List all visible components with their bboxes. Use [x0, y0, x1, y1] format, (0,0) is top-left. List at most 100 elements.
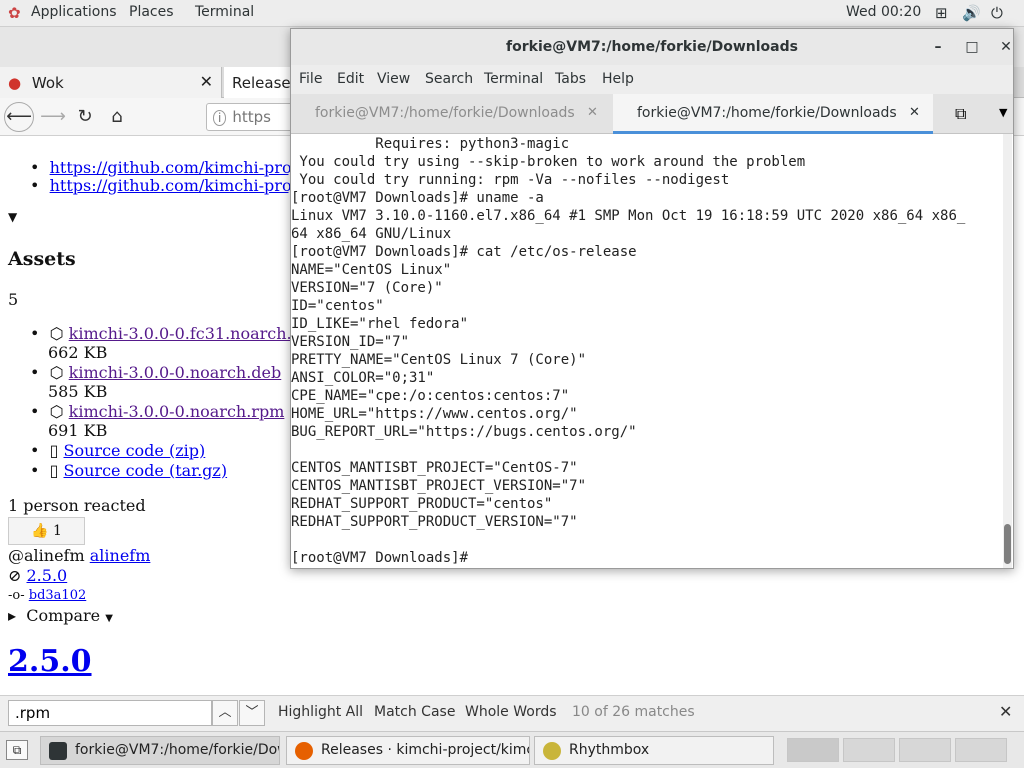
terminal-line: NAME="CentOS Linux" — [291, 262, 452, 278]
compare-dropdown[interactable]: ▸ Compare ▼ — [8, 606, 113, 625]
maximize-button[interactable]: □ — [962, 37, 982, 57]
terminal-icon — [49, 742, 67, 760]
reaction-button[interactable]: 👍 1 — [8, 517, 85, 545]
browser-tab-label: Releases — [232, 74, 299, 92]
terminal-title-bar[interactable]: forkie@VM7:/home/forkie/Downloads – □ ✕ — [291, 29, 1013, 65]
terminal-line: Requires: python3-magic — [291, 136, 570, 152]
file-zip-icon: ▯ — [49, 461, 59, 480]
author-line: @alinefm alinefm — [8, 546, 150, 565]
terminal-line: [root@VM7 Downloads]# cat /etc/os-releas… — [291, 244, 637, 260]
workspace-4[interactable] — [955, 738, 1007, 762]
task-terminal[interactable]: forkie@VM7:/home/forkie/Dow... — [40, 736, 280, 765]
source-tar-link[interactable]: Source code (tar.gz) — [64, 461, 228, 480]
show-desktop-icon[interactable]: ⧉ — [6, 740, 28, 760]
list-item: • https://github.com/kimchi-proj — [30, 158, 297, 177]
author-link[interactable]: alinefm — [90, 546, 151, 565]
menu-search[interactable]: Search — [425, 71, 473, 87]
browser-tab-wok[interactable]: ● Wok ✕ — [0, 67, 222, 98]
task-rhythmbox[interactable]: Rhythmbox — [534, 736, 774, 765]
terminal-line: PRETTY_NAME="CentOS Linux 7 (Core)" — [291, 352, 587, 368]
close-tab-icon[interactable]: ✕ — [587, 105, 598, 120]
home-button[interactable]: ⌂ — [104, 104, 130, 130]
find-next-button[interactable]: ﹀ — [239, 700, 265, 726]
terminal-line: BUG_REPORT_URL="https://bugs.centos.org/… — [291, 424, 637, 440]
network-icon[interactable]: ⊞ — [935, 4, 948, 22]
terminal-output: Requires: python3-magic You could try us… — [291, 135, 1011, 567]
terminal-window: forkie@VM7:/home/forkie/Downloads – □ ✕ … — [290, 28, 1014, 569]
terminal-tab-2[interactable]: forkie@VM7:/home/forkie/Downloads ✕ — [613, 94, 933, 134]
asset-size: 691 KB — [48, 421, 108, 440]
tag-icon: ⊘ — [8, 566, 22, 585]
release-heading-link[interactable]: 2.5.0 — [8, 644, 92, 679]
task-firefox[interactable]: Releases · kimchi-project/kimchi... — [286, 736, 530, 765]
commit-line: -o- bd3a102 — [8, 588, 86, 603]
tab-label: forkie@VM7:/home/forkie/Downloads — [315, 105, 575, 121]
find-previous-button[interactable]: ︿ — [212, 700, 238, 726]
new-tab-icon[interactable]: ⧉ — [955, 104, 966, 124]
close-tab-icon[interactable]: ✕ — [909, 105, 920, 120]
workspace-2[interactable] — [843, 738, 895, 762]
menu-help[interactable]: Help — [602, 71, 634, 87]
asset-link[interactable]: kimchi-3.0.0-0.fc31.noarch. — [69, 324, 292, 343]
scrollbar-thumb[interactable] — [1004, 524, 1011, 564]
menu-view[interactable]: View — [377, 71, 410, 87]
minimize-button[interactable]: – — [928, 37, 948, 57]
menu-file[interactable]: File — [299, 71, 322, 87]
github-link[interactable]: https://github.com/kimchi-proj — [50, 176, 297, 195]
asset-size: 662 KB — [48, 343, 108, 362]
workspace-1[interactable] — [787, 738, 839, 762]
highlight-all-toggle[interactable]: Highlight All — [278, 704, 363, 720]
gnome-foot-icon: ✿ — [8, 4, 21, 22]
release-heading[interactable]: 2.5.0 — [8, 644, 92, 679]
find-input[interactable] — [8, 700, 212, 726]
menu-edit[interactable]: Edit — [337, 71, 364, 87]
terminal-line: CENTOS_MANTISBT_PROJECT_VERSION="7" — [291, 478, 587, 494]
reload-button[interactable]: ↻ — [72, 104, 98, 130]
close-window-button[interactable]: ✕ — [996, 37, 1016, 57]
volume-icon[interactable]: 🔊 — [962, 4, 981, 22]
asset-link[interactable]: kimchi-3.0.0-0.noarch.deb — [69, 363, 282, 382]
clock[interactable]: Wed 00:20 — [846, 4, 921, 20]
assets-heading: Assets — [8, 248, 76, 270]
applications-menu[interactable]: Applications — [31, 4, 117, 20]
asset-item: • ⬡ kimchi-3.0.0-0.noarch.deb — [30, 363, 282, 382]
rhythmbox-icon — [543, 742, 561, 760]
menu-terminal[interactable]: Terminal — [484, 71, 543, 87]
github-link[interactable]: https://github.com/kimchi-proj — [50, 158, 297, 177]
terminal-line: You could try running: rpm -Va --nofiles… — [291, 172, 730, 188]
terminal-app-menu[interactable]: Terminal — [195, 4, 254, 20]
source-zip-link[interactable]: Source code (zip) — [64, 441, 206, 460]
info-icon[interactable]: i — [213, 110, 227, 126]
browser-tab-releases[interactable]: Releases — [224, 67, 298, 98]
source-item: • ▯ Source code (tar.gz) — [30, 461, 228, 480]
match-case-toggle[interactable]: Match Case — [374, 704, 455, 720]
close-tab-icon[interactable]: ✕ — [200, 72, 213, 91]
places-menu[interactable]: Places — [129, 4, 174, 20]
browser-tab-label: Wok — [31, 74, 64, 92]
tag-link[interactable]: 2.5.0 — [27, 566, 68, 585]
back-button[interactable]: ⟵ — [4, 102, 34, 132]
workspace-3[interactable] — [899, 738, 951, 762]
wok-favicon-icon: ● — [8, 74, 22, 92]
forward-button[interactable]: ⟶ — [40, 104, 66, 130]
match-count: 10 of 26 matches — [572, 704, 695, 720]
asset-size: 585 KB — [48, 382, 108, 401]
top-bar: ✿ Applications Places Terminal Wed 00:20… — [0, 0, 1024, 27]
terminal-line: [root@VM7 Downloads]# — [291, 550, 477, 566]
asset-link[interactable]: kimchi-3.0.0-0.noarch.rpm — [69, 402, 285, 421]
terminal-line: HOME_URL="https://www.centos.org/" — [291, 406, 578, 422]
commit-link[interactable]: bd3a102 — [29, 588, 86, 603]
terminal-screen[interactable]: Requires: python3-magic You could try us… — [291, 134, 1013, 568]
whole-words-toggle[interactable]: Whole Words — [465, 704, 557, 720]
menu-tabs[interactable]: Tabs — [555, 71, 586, 87]
terminal-tab-1[interactable]: forkie@VM7:/home/forkie/Downloads ✕ — [291, 94, 611, 134]
close-find-icon[interactable]: ✕ — [999, 702, 1012, 721]
disclosure-triangle-icon[interactable]: ▼ — [8, 210, 17, 224]
tag-line: ⊘ 2.5.0 — [8, 566, 67, 585]
terminal-scrollbar[interactable] — [1003, 134, 1012, 568]
power-icon[interactable]: ⏻ — [991, 4, 1003, 22]
terminal-tab-bar: forkie@VM7:/home/forkie/Downloads ✕ fork… — [291, 94, 1013, 134]
tab-menu-chevron-down-icon[interactable]: ▼ — [999, 106, 1007, 119]
